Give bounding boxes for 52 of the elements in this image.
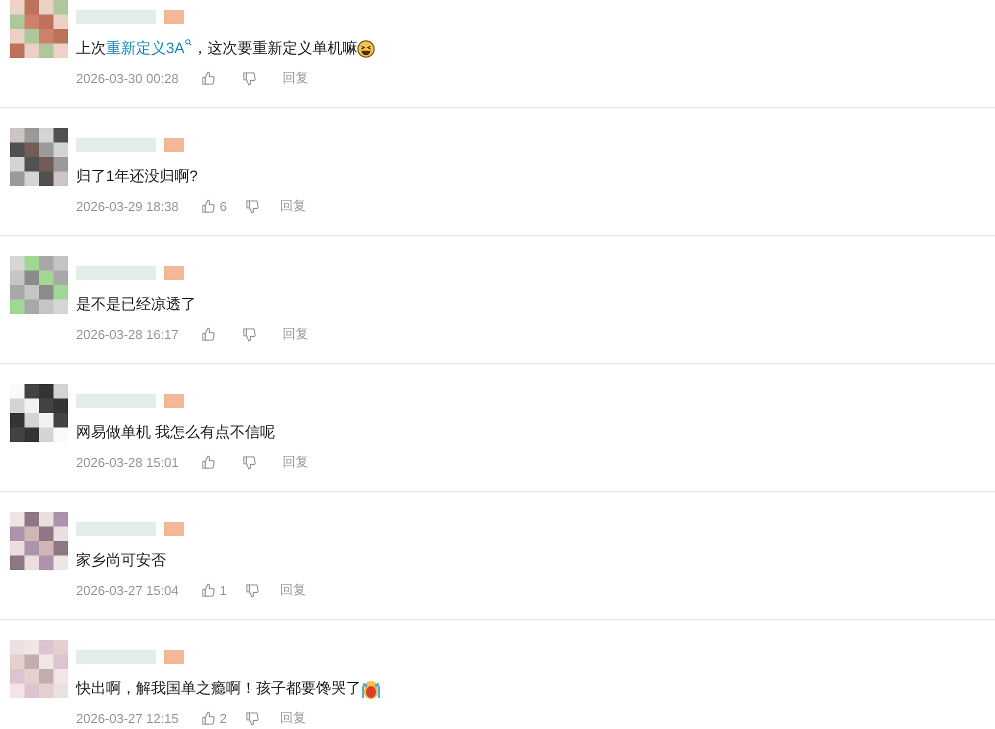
thumb-up-icon bbox=[200, 710, 216, 726]
like-button[interactable] bbox=[200, 70, 216, 86]
thumb-up-icon bbox=[200, 326, 216, 342]
thumb-up-icon bbox=[200, 198, 216, 214]
thumb-down-icon bbox=[244, 198, 260, 214]
like-button[interactable]: 1 bbox=[200, 582, 227, 598]
avatar-mosaic-drawing bbox=[10, 640, 68, 698]
comment-time: 2026-03-29 18:38 bbox=[76, 198, 179, 214]
comment-text: 归了1年还没归啊? bbox=[76, 167, 199, 187]
thumb-up-icon bbox=[200, 70, 216, 86]
reply-button[interactable]: 回复 bbox=[282, 453, 309, 471]
like-button[interactable]: 2 bbox=[200, 710, 227, 726]
reply-button[interactable]: 回复 bbox=[280, 197, 306, 215]
avatar-mosaic-drawing bbox=[10, 384, 68, 442]
thumb-down-icon bbox=[244, 582, 260, 598]
dislike-button[interactable] bbox=[242, 326, 257, 342]
dislike-button[interactable] bbox=[242, 454, 257, 470]
search-icon bbox=[185, 39, 192, 46]
avatar-mosaic-drawing bbox=[10, 512, 68, 570]
reply-button[interactable]: 回复 bbox=[280, 709, 306, 727]
dislike-button[interactable] bbox=[244, 198, 260, 214]
grinning-emoji-icon bbox=[357, 40, 376, 58]
avatar-mosaic-drawing bbox=[10, 128, 68, 186]
comment-time: 2026-03-28 16:17 bbox=[76, 326, 179, 342]
comment-time: 2026-03-27 12:15 bbox=[76, 710, 179, 726]
crying-emoji-icon bbox=[361, 678, 381, 700]
thumb-up-icon bbox=[200, 582, 216, 598]
thumb-up-icon bbox=[200, 454, 216, 470]
thumb-down-icon bbox=[242, 326, 257, 342]
comment-text: 快出啊，解我国单之瘾啊！孩子都要馋哭了 bbox=[76, 678, 995, 700]
dislike-button[interactable] bbox=[242, 70, 257, 86]
comment-time: 2026-03-30 00:28 bbox=[76, 70, 179, 86]
like-button[interactable] bbox=[200, 454, 216, 470]
thumb-down-icon bbox=[242, 70, 257, 86]
comment-time: 2026-03-27 15:04 bbox=[76, 582, 179, 598]
like-button[interactable] bbox=[200, 326, 216, 342]
like-button[interactable]: 6 bbox=[200, 198, 227, 214]
comment-text: 家乡尚可安否 bbox=[76, 551, 167, 571]
thumb-down-icon bbox=[244, 710, 260, 726]
dislike-button[interactable] bbox=[244, 582, 260, 598]
dislike-button[interactable] bbox=[244, 710, 260, 726]
thumb-down-icon bbox=[242, 454, 257, 470]
comment-text: 是不是已经凉透了 bbox=[76, 295, 197, 315]
reply-button[interactable]: 回复 bbox=[282, 325, 309, 343]
reply-button[interactable]: 回复 bbox=[282, 69, 309, 87]
comment-text: 上次重新定义3A ，这次要重新定义单机嘛 bbox=[76, 38, 995, 60]
topic-link[interactable]: 重新定义3A bbox=[106, 38, 192, 60]
comment-time: 2026-03-28 15:01 bbox=[76, 454, 179, 470]
reply-button[interactable]: 回复 bbox=[280, 581, 306, 599]
avatar-mosaic-drawing bbox=[10, 0, 68, 58]
comment-text: 网易做单机 我怎么有点不信呢 bbox=[76, 423, 276, 443]
avatar-mosaic-drawing bbox=[10, 256, 68, 314]
